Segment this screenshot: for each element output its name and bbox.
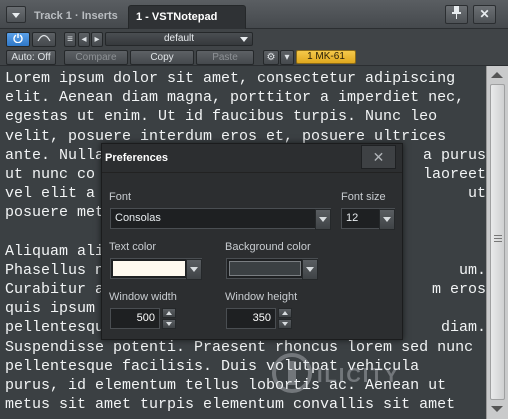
editor-line-fragment: ut (467, 185, 486, 203)
stepper-up-icon[interactable] (162, 308, 176, 318)
editor-line-fragment: a purus (422, 146, 486, 164)
font-value: Consolas (115, 212, 161, 224)
tab-vstnotepad[interactable]: 1 - VSTNotepad (128, 5, 246, 29)
arrow-right-icon: ▸ (94, 34, 100, 45)
editor-line-fragment: laoreet (422, 165, 486, 183)
list-view-button[interactable]: ≡ (64, 32, 76, 47)
window-width-label: Window width (109, 291, 177, 303)
paste-label: Paste (212, 52, 238, 63)
editor-line-fragment: um. (458, 261, 486, 279)
editor-line: egestas ut enim. Ut id faucibus turpis. … (5, 108, 438, 126)
window-height-value: 350 (252, 312, 271, 324)
preset-prev-button[interactable]: ◂ (78, 32, 90, 47)
chevron-down-icon (302, 259, 318, 280)
editor-line: Suspendisse potenti. Praesent rhoncus lo… (5, 338, 474, 356)
automation-label: Auto: Off (11, 52, 51, 63)
pin-icon (451, 6, 462, 22)
font-label: Font (109, 191, 132, 203)
chevron-down-icon: ▾ (284, 52, 290, 63)
text-color-preview (113, 261, 185, 276)
settings-dropdown-button[interactable]: ▾ (280, 50, 294, 65)
editor-line-fragment: diam. (440, 319, 486, 337)
window-height-label: Window height (225, 291, 298, 303)
window-width-value: 500 (136, 312, 155, 324)
list-icon: ≡ (67, 34, 73, 45)
scroll-down-icon[interactable] (491, 406, 503, 412)
font-select[interactable]: Consolas (110, 208, 331, 230)
chevron-down-icon (186, 259, 202, 280)
font-size-label: Font size (341, 191, 386, 203)
font-size-select[interactable]: 12 (341, 208, 395, 230)
window-height-stepper[interactable] (278, 308, 292, 329)
plugin-toolbar: ≡ ◂ ▸ default Auto: Off Compare Copy Pas… (0, 29, 508, 66)
arrow-left-icon: ◂ (81, 34, 87, 45)
paste-button[interactable]: Paste (196, 50, 254, 65)
copy-button[interactable]: Copy (130, 50, 194, 65)
editor-line: purus, id elementum tellus lobortis ac. … (5, 377, 447, 394)
compare-button[interactable]: Compare (64, 50, 128, 65)
editor-line: elit. Aenean diam magna, porttitor a imp… (5, 89, 465, 107)
background-color-preview (229, 261, 301, 276)
tab-track-inserts-label: Track 1 · Inserts (34, 10, 118, 22)
chevron-down-icon (315, 209, 331, 230)
text-color-swatch[interactable] (110, 258, 202, 280)
close-icon: ✕ (479, 7, 490, 21)
text-color-label: Text color (109, 241, 157, 253)
stepper-down-icon[interactable] (162, 319, 176, 329)
close-icon: ✕ (372, 149, 385, 165)
preferences-dialog: Preferences ✕ Font Consolas Font size 12… (101, 143, 403, 340)
bypass-button[interactable] (32, 32, 56, 47)
window-height-input[interactable]: 350 (226, 308, 276, 329)
close-window-button[interactable]: ✕ (473, 5, 496, 24)
font-size-value: 12 (346, 212, 359, 224)
dialog-title-bar: Preferences ✕ (102, 144, 402, 173)
stepper-down-icon[interactable] (278, 319, 292, 329)
stepper-up-icon[interactable] (278, 308, 292, 318)
dialog-title: Preferences (105, 152, 168, 164)
preset-name: default (163, 33, 195, 44)
chevron-down-icon (379, 209, 395, 230)
copy-label: Copy (150, 52, 174, 63)
window-menu-button[interactable] (6, 6, 26, 23)
background-color-swatch[interactable] (226, 258, 318, 280)
scroll-up-icon[interactable] (491, 72, 503, 78)
editor-line: Lorem ipsum dolor sit amet, consectetur … (5, 70, 456, 87)
bypass-icon (37, 34, 51, 45)
device-badge-label: 1 MK-61 (307, 51, 345, 62)
grip-icon (494, 235, 502, 242)
background-color-label: Background color (225, 241, 311, 253)
power-icon (13, 33, 23, 46)
pin-button[interactable] (445, 5, 468, 24)
editor-line: pellentesque facilisis. Duis volutpat ve… (5, 357, 420, 375)
preset-next-button[interactable]: ▸ (91, 32, 103, 47)
automation-button[interactable]: Auto: Off (6, 50, 56, 65)
dialog-close-button[interactable]: ✕ (361, 145, 396, 169)
editor-line-fragment: m eros (431, 281, 486, 299)
gear-icon: ⚙ (266, 52, 276, 63)
settings-button[interactable]: ⚙ (263, 50, 279, 65)
preset-select[interactable]: default (105, 32, 253, 46)
window-width-stepper[interactable] (162, 308, 176, 329)
scrollbar-thumb[interactable] (490, 84, 505, 400)
tab-track-inserts[interactable]: Track 1 · Inserts (27, 5, 127, 29)
window-title-bar: Track 1 · Inserts 1 - VSTNotepad ✕ (0, 0, 508, 29)
editor-line: metus sit amet turpis elementum convalli… (5, 396, 456, 414)
vertical-scrollbar[interactable] (486, 66, 508, 419)
power-button[interactable] (6, 32, 30, 47)
tab-vstnotepad-label: 1 - VSTNotepad (136, 11, 218, 23)
window-width-input[interactable]: 500 (110, 308, 160, 329)
device-badge[interactable]: 1 MK-61 (296, 50, 356, 64)
compare-label: Compare (75, 52, 117, 63)
